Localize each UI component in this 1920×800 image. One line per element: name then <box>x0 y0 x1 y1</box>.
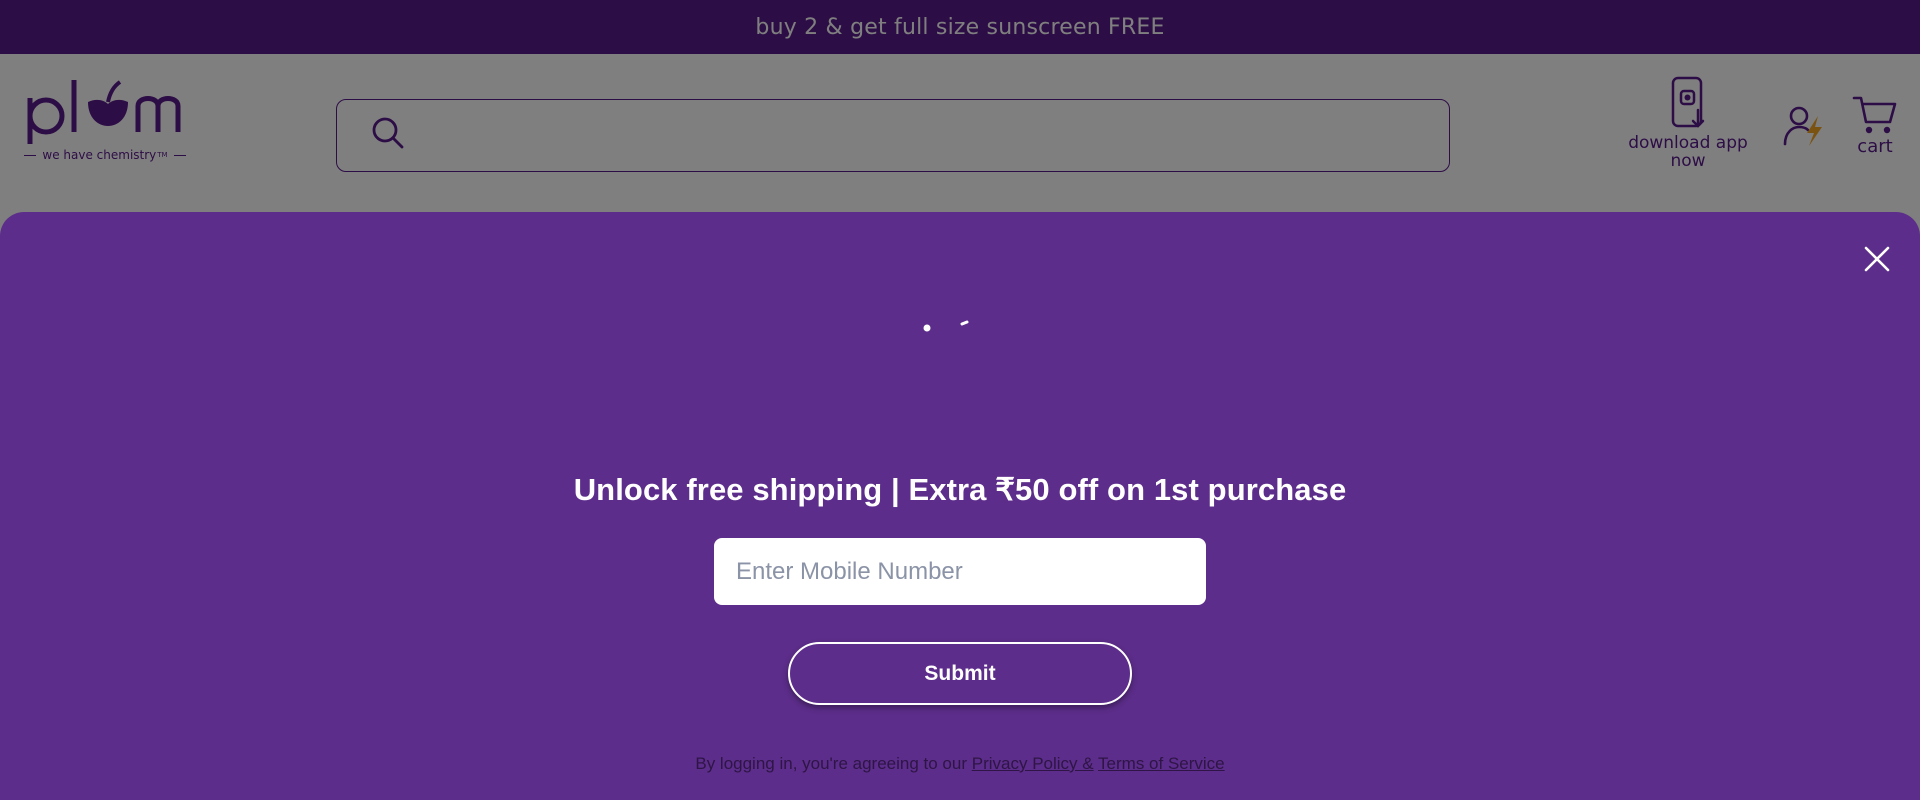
mobile-number-input[interactable] <box>714 538 1206 605</box>
privacy-policy-link[interactable]: Privacy Policy & <box>972 754 1094 773</box>
loading-indicator <box>918 316 978 332</box>
close-button[interactable] <box>1862 244 1892 274</box>
login-offer-popup: Unlock free shipping | Extra ₹50 off on … <box>0 212 1920 800</box>
legal-notice: By logging in, you're agreeing to our Pr… <box>0 754 1920 774</box>
popup-headline: Unlock free shipping | Extra ₹50 off on … <box>573 472 1347 507</box>
close-icon <box>1862 246 1892 278</box>
terms-of-service-link[interactable]: Terms of Service <box>1098 754 1225 773</box>
submit-button[interactable]: Submit <box>788 642 1132 705</box>
legal-text: By logging in, you're agreeing to our <box>695 754 968 773</box>
